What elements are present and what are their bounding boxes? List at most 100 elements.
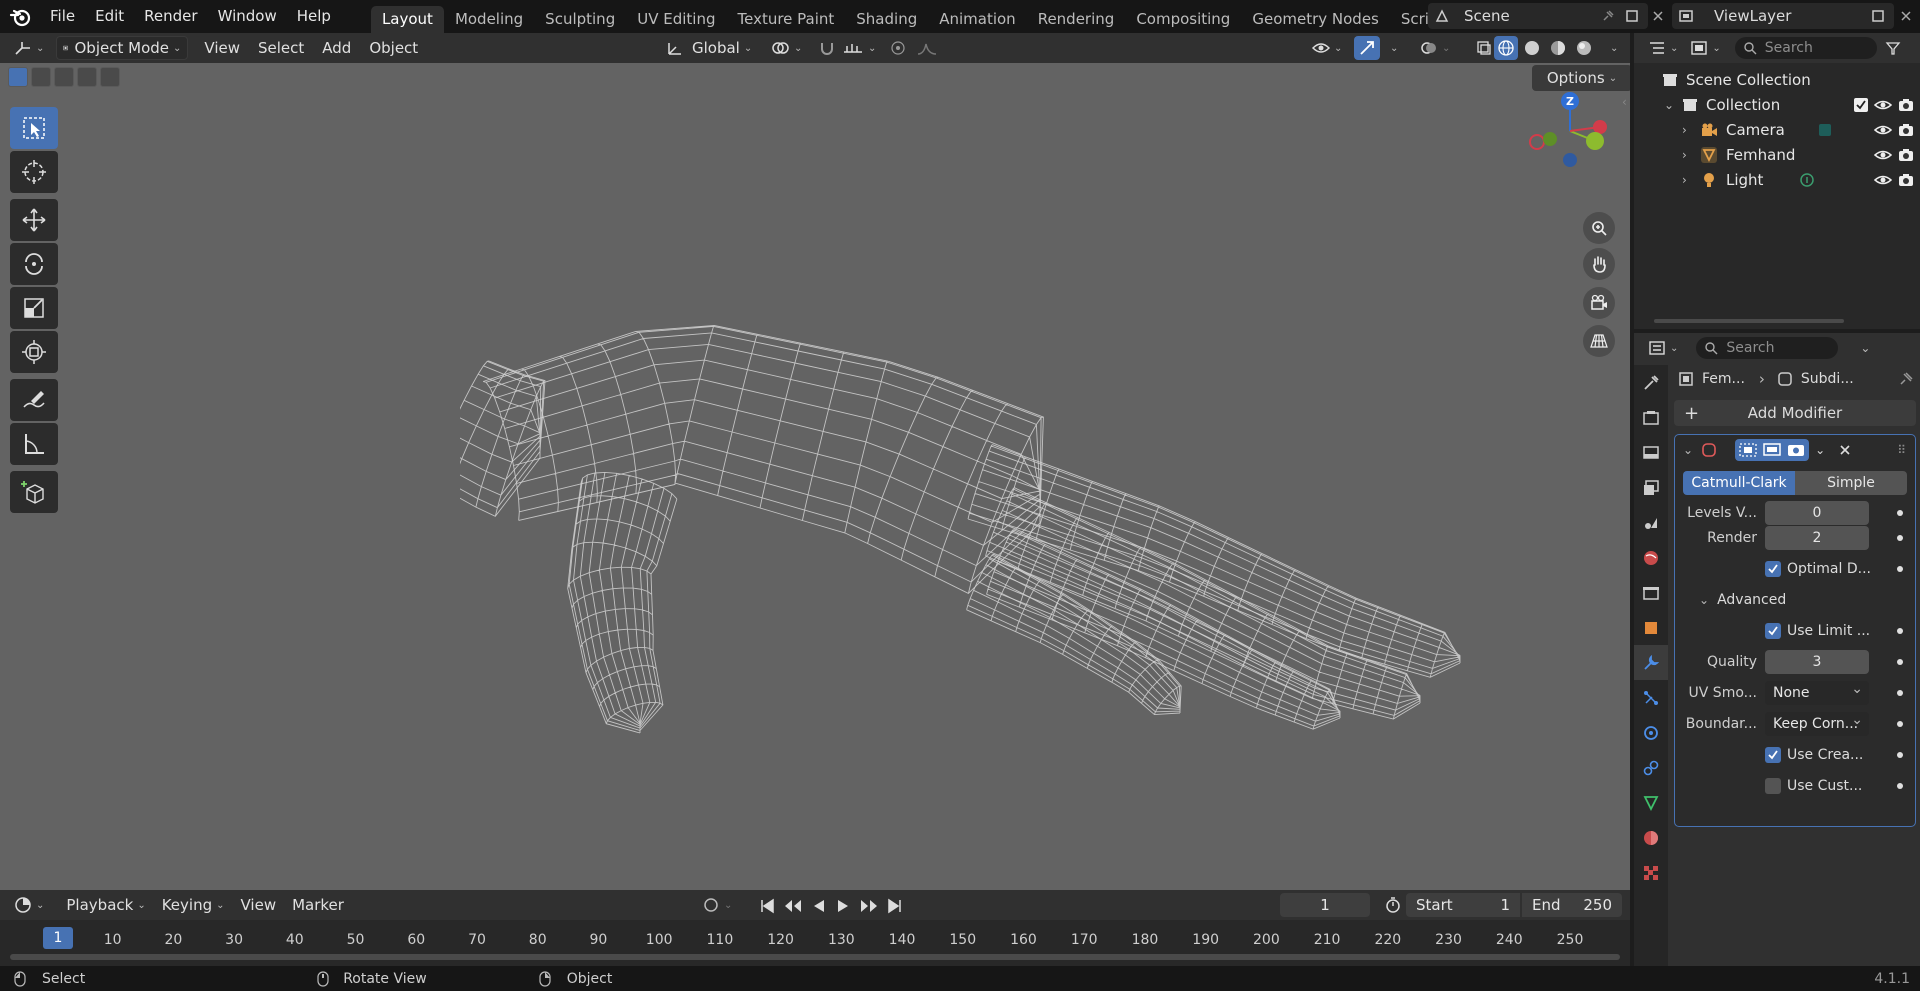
modifier-extras-chevron-icon[interactable]: ⌄ — [1815, 443, 1825, 457]
sidebar-collapse-arrow-icon[interactable]: ‹ — [1622, 95, 1627, 109]
shading-options-dropdown[interactable]: ⌄ — [1600, 36, 1624, 60]
rotate-tool[interactable] — [10, 243, 58, 285]
advanced-subpanel-header[interactable]: ⌄ Advanced — [1675, 584, 1915, 615]
catmull-clark-button[interactable]: Catmull-Clark — [1683, 471, 1795, 495]
use-custom-normals-checkbox[interactable] — [1765, 777, 1781, 794]
perspective-toggle-button[interactable] — [1583, 325, 1615, 357]
jump-keyframe-back-icon[interactable] — [780, 894, 806, 918]
timeline-editor-type-button[interactable]: ⌄ — [8, 893, 50, 917]
menu-render[interactable]: Render — [134, 0, 207, 33]
select-menu[interactable]: Select — [252, 36, 310, 60]
playback-menu[interactable]: Playback ⌄ — [60, 893, 151, 917]
keyframe-dot-icon[interactable] — [1897, 565, 1903, 572]
optimal-display-checkbox[interactable] — [1765, 560, 1781, 577]
workspace-tab-texture-paint[interactable]: Texture Paint — [726, 6, 845, 33]
pivot-point-dropdown[interactable]: ⌄ — [764, 36, 808, 60]
3d-viewport[interactable]: Options ⌄ Z ‹ — [0, 63, 1630, 890]
navigation-gizmo[interactable]: Z — [1520, 87, 1620, 187]
render-tab-icon[interactable] — [1634, 400, 1668, 435]
collection-row[interactable]: ⌄ Collection — [1634, 92, 1920, 117]
timeline-ruler[interactable]: 1 10 20 30 40 50 60 70 80 90 100 110 120 130 140 150 160… — [0, 920, 1630, 966]
render-levels-field[interactable]: 2 — [1765, 525, 1869, 550]
render-camera-icon[interactable] — [1898, 173, 1914, 187]
texture-tab-icon[interactable] — [1634, 855, 1668, 890]
camera-view-button[interactable] — [1583, 287, 1615, 319]
workspace-tab-uv-editing[interactable]: UV Editing — [626, 6, 726, 33]
select-new-icon[interactable] — [8, 67, 28, 87]
quality-field[interactable]: 3 — [1765, 649, 1869, 674]
timeline-view-menu[interactable]: View — [235, 893, 283, 917]
world-tab-icon[interactable] — [1634, 540, 1668, 575]
select-intersect-icon[interactable] — [100, 67, 120, 87]
workspace-tab-compositing[interactable]: Compositing — [1125, 6, 1241, 33]
render-camera-icon[interactable] — [1898, 123, 1914, 137]
snap-target-dropdown[interactable]: ⌄ — [836, 36, 882, 60]
pin-icon[interactable] — [1598, 6, 1618, 26]
keyframe-dot-icon[interactable] — [1897, 751, 1903, 758]
keyframe-dot-icon[interactable] — [1897, 534, 1903, 541]
select-subtract-icon[interactable] — [54, 67, 74, 87]
data-tab-icon[interactable] — [1634, 785, 1668, 820]
modifier-tab-icon[interactable] — [1634, 645, 1668, 680]
solid-shading-button[interactable] — [1520, 36, 1544, 60]
keyframe-dot-icon[interactable] — [1897, 689, 1903, 696]
editor-type-button[interactable]: ⌄ — [8, 36, 50, 60]
drag-handle-icon[interactable]: ⠿ — [1897, 443, 1907, 457]
add-cube-tool[interactable] — [10, 471, 58, 513]
view-layer-selector[interactable]: ViewLayer — [1672, 3, 1894, 29]
move-tool[interactable] — [10, 199, 58, 241]
workspace-tab-shading[interactable]: Shading — [845, 6, 928, 33]
material-preview-button[interactable] — [1546, 36, 1570, 60]
keyframe-dot-icon[interactable] — [1897, 509, 1903, 516]
properties-editor-type-button[interactable]: ⌄ — [1644, 336, 1682, 360]
blender-logo-icon[interactable] — [0, 0, 40, 33]
particles-tab-icon[interactable] — [1634, 680, 1668, 715]
properties-options-chevron-icon[interactable]: ⌄ — [1860, 341, 1870, 355]
current-frame-field[interactable]: 1 — [1280, 893, 1370, 917]
collection-tab-icon[interactable] — [1634, 575, 1668, 610]
auto-keying-toggle[interactable]: ⌄ — [696, 893, 738, 917]
workspace-tab-layout[interactable]: Layout — [370, 6, 444, 33]
constraints-tab-icon[interactable] — [1634, 750, 1668, 785]
tool-tab-icon[interactable] — [1634, 365, 1668, 400]
rendered-shading-button[interactable] — [1572, 36, 1596, 60]
boundary-smooth-dropdown[interactable]: Keep Corn... — [1765, 708, 1869, 736]
material-tab-icon[interactable] — [1634, 820, 1668, 855]
view-menu[interactable]: View — [198, 36, 246, 60]
object-tab-icon[interactable] — [1634, 610, 1668, 645]
add-menu[interactable]: Add — [316, 36, 357, 60]
expand-chevron-icon[interactable]: › — [1682, 148, 1696, 162]
annotate-tool[interactable] — [10, 379, 58, 421]
zoom-button[interactable] — [1583, 212, 1615, 244]
outliner-editor-type-button[interactable]: ⌄ — [1644, 36, 1682, 60]
realtime-display-icon[interactable] — [1762, 441, 1782, 459]
timeline-scrollbar[interactable] — [10, 954, 1620, 960]
visibility-dropdown[interactable]: ⌄ — [1306, 36, 1348, 60]
physics-tab-icon[interactable] — [1634, 715, 1668, 750]
select-extend-icon[interactable] — [31, 67, 51, 87]
keyframe-dot-icon[interactable] — [1897, 782, 1903, 789]
eye-icon[interactable] — [1874, 148, 1892, 162]
current-frame-indicator[interactable]: 1 — [43, 927, 73, 949]
eye-icon[interactable] — [1874, 173, 1892, 187]
collapse-chevron-icon[interactable]: ⌄ — [1683, 443, 1693, 457]
cursor-tool[interactable] — [10, 151, 58, 193]
new-scene-icon[interactable] — [1622, 6, 1642, 26]
new-view-layer-icon[interactable] — [1868, 6, 1888, 26]
simple-button[interactable]: Simple — [1795, 471, 1907, 495]
render-icon[interactable] — [1786, 441, 1806, 459]
expand-chevron-icon[interactable]: › — [1682, 123, 1696, 137]
outliner-item-femhand[interactable]: › Femhand — [1634, 142, 1920, 167]
output-tab-icon[interactable] — [1634, 435, 1668, 470]
end-frame-field[interactable]: End 250 — [1522, 893, 1622, 917]
expand-chevron-icon[interactable]: ⌄ — [1664, 98, 1678, 112]
menu-window[interactable]: Window — [208, 0, 287, 33]
exclude-checkbox[interactable] — [1854, 97, 1868, 112]
render-camera-icon[interactable] — [1898, 98, 1914, 112]
scene-tab-icon[interactable] — [1634, 505, 1668, 540]
view-layer-tab-icon[interactable] — [1634, 470, 1668, 505]
jump-end-icon[interactable] — [884, 894, 906, 918]
levels-viewport-field[interactable]: 0 — [1765, 500, 1869, 525]
display-mode-dropdown[interactable]: ⌄ — [1686, 36, 1724, 60]
overlays-toggle[interactable]: ⌄ — [1414, 36, 1456, 60]
